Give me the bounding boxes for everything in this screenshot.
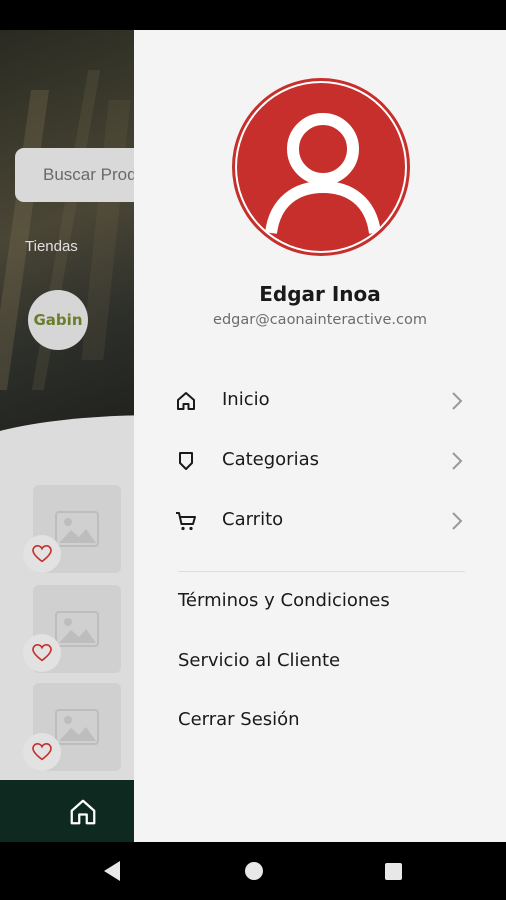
search-input[interactable]: Buscar Productos bbox=[15, 148, 134, 202]
image-icon bbox=[55, 709, 99, 745]
home-icon bbox=[70, 799, 96, 825]
chevron-right-icon bbox=[452, 512, 463, 530]
heart-icon bbox=[32, 545, 52, 563]
image-icon bbox=[55, 511, 99, 547]
favorite-button[interactable] bbox=[23, 733, 61, 771]
background-app: Buscar Productos Tiendas Gabin bbox=[0, 30, 134, 842]
system-nav-bar bbox=[0, 842, 506, 900]
favorite-button[interactable] bbox=[23, 535, 61, 573]
stores-label: Tiendas bbox=[25, 238, 78, 255]
heart-icon bbox=[32, 743, 52, 761]
avatar bbox=[232, 78, 410, 256]
heart-icon bbox=[32, 644, 52, 662]
avatar-ring bbox=[235, 81, 407, 253]
recent-apps-icon[interactable] bbox=[385, 863, 402, 880]
store-logo-gabin[interactable]: Gabin bbox=[28, 290, 88, 350]
menu-item-categorias[interactable]: Categorias bbox=[174, 439, 464, 483]
terms-link[interactable]: Términos y Condiciones bbox=[178, 590, 390, 611]
chevron-right-icon bbox=[452, 392, 463, 410]
menu-item-inicio[interactable]: Inicio bbox=[174, 379, 464, 423]
search-placeholder: Buscar Productos bbox=[43, 165, 134, 184]
customer-service-link[interactable]: Servicio al Cliente bbox=[178, 650, 340, 671]
cart-icon bbox=[176, 512, 196, 531]
chevron-right-icon bbox=[452, 452, 463, 470]
user-icon bbox=[265, 113, 381, 235]
menu-item-label: Categorias bbox=[222, 449, 319, 470]
menu-item-label: Carrito bbox=[222, 509, 284, 530]
logout-link[interactable]: Cerrar Sesión bbox=[178, 709, 300, 730]
bottom-nav bbox=[0, 780, 134, 842]
navigation-drawer: Edgar Inoa edgar@caonainteractive.com In… bbox=[134, 30, 506, 842]
store-logo-text: Gabin bbox=[33, 311, 83, 329]
home-nav-button[interactable] bbox=[68, 797, 98, 827]
divider bbox=[178, 571, 465, 572]
back-icon[interactable] bbox=[102, 860, 122, 882]
image-icon bbox=[55, 611, 99, 647]
favorite-button[interactable] bbox=[23, 634, 61, 672]
home-icon bbox=[177, 392, 195, 410]
status-bar bbox=[0, 0, 506, 30]
tag-icon bbox=[179, 452, 193, 470]
menu-item-label: Inicio bbox=[222, 389, 270, 410]
user-email: edgar@caonainteractive.com bbox=[213, 312, 427, 328]
home-circle-icon[interactable] bbox=[245, 862, 263, 880]
user-name: Edgar Inoa bbox=[259, 282, 381, 306]
menu-item-carrito[interactable]: Carrito bbox=[174, 499, 464, 543]
